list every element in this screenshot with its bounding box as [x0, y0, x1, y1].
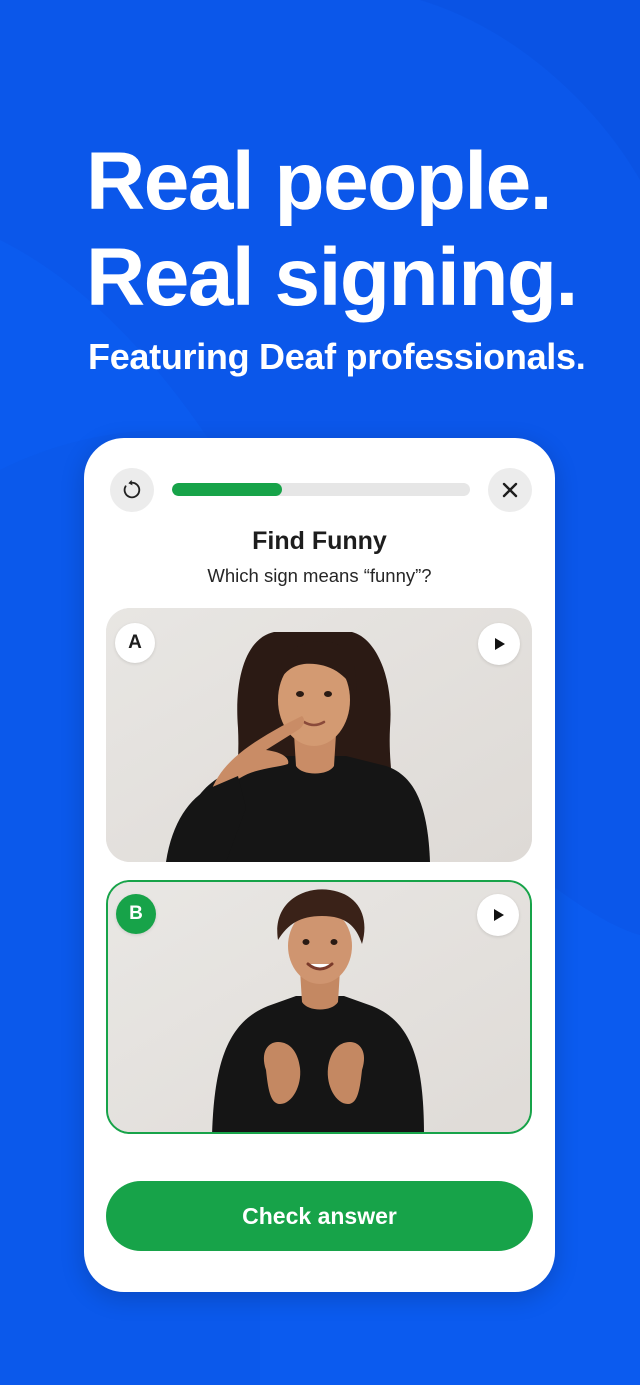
- quiz-card: Find Funny Which sign means “funny”? A B…: [84, 438, 555, 1292]
- close-button[interactable]: [488, 468, 532, 512]
- progress-bar: [172, 483, 470, 496]
- answer-option-a[interactable]: A: [106, 608, 532, 862]
- headline-line-1: Real people.: [86, 136, 553, 227]
- play-button[interactable]: [478, 623, 520, 665]
- restart-icon: [123, 479, 141, 499]
- play-icon: [495, 638, 505, 650]
- progress-fill: [172, 483, 283, 496]
- restart-button[interactable]: [110, 468, 154, 512]
- play-icon: [494, 909, 504, 921]
- option-letter-badge: A: [115, 623, 155, 663]
- headline: Real people. Real signing.: [86, 134, 578, 326]
- headline-subtitle: Featuring Deaf professionals.: [88, 336, 586, 377]
- signer-video-a: [106, 608, 532, 862]
- answer-option-b[interactable]: B: [106, 880, 532, 1134]
- option-letter-badge: B: [116, 894, 156, 934]
- check-answer-button[interactable]: Check answer: [106, 1181, 533, 1251]
- play-button[interactable]: [477, 894, 519, 936]
- signer-video-b: [108, 882, 530, 1132]
- close-icon: [502, 482, 518, 498]
- question-prompt: Which sign means “funny”?: [207, 565, 432, 586]
- headline-line-2: Real signing.: [86, 232, 578, 323]
- question-title: Find Funny: [252, 527, 387, 555]
- quiz-top-bar: [110, 468, 532, 512]
